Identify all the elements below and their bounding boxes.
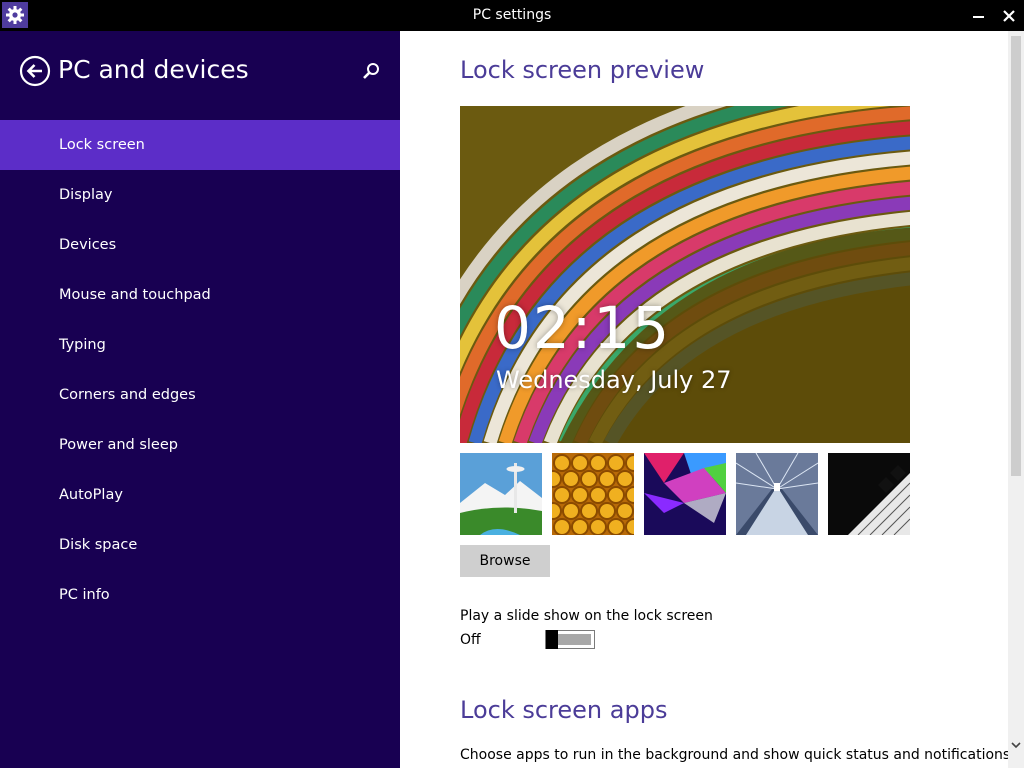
sidebar-item-pc-info[interactable]: PC info — [0, 570, 400, 620]
sidebar-item-label: PC info — [59, 587, 110, 603]
preview-date: Wednesday, July 27 — [496, 366, 732, 394]
sidebar-item-label: Corners and edges — [59, 387, 196, 403]
chevron-down-icon[interactable] — [1010, 739, 1022, 751]
sidebar-item-label: AutoPlay — [59, 487, 123, 503]
sidebar-header: PC and devices — [0, 31, 400, 119]
lock-screen-apps-heading: Lock screen apps — [460, 696, 668, 724]
minimize-icon — [972, 15, 984, 18]
sidebar-item-label: Display — [59, 187, 113, 203]
sidebar-item-label: Devices — [59, 237, 117, 253]
sidebar-item-lock-screen[interactable]: Lock screen — [0, 120, 400, 170]
lock-screen-apps-description: Choose apps to run in the background and… — [460, 747, 1008, 763]
scrollbar[interactable] — [1008, 31, 1024, 768]
sidebar-item-label: Power and sleep — [59, 437, 178, 453]
sidebar-item-power-and-sleep[interactable]: Power and sleep — [0, 420, 400, 470]
sidebar-item-label: Typing — [59, 337, 106, 353]
sidebar-item-label: Disk space — [59, 537, 138, 553]
sidebar-item-typing[interactable]: Typing — [0, 320, 400, 370]
sidebar-item-label: Mouse and touchpad — [59, 287, 211, 303]
sidebar-item-display[interactable]: Display — [0, 170, 400, 220]
minimize-button[interactable] — [964, 0, 992, 31]
sidebar-item-mouse-and-touchpad[interactable]: Mouse and touchpad — [0, 270, 400, 320]
sidebar-item-autoplay[interactable]: AutoPlay — [0, 470, 400, 520]
close-icon — [1003, 9, 1015, 22]
title-bar: PC settings — [0, 0, 1024, 31]
lock-screen-preview-heading: Lock screen preview — [460, 56, 705, 84]
close-button[interactable] — [995, 0, 1023, 31]
slideshow-toggle[interactable] — [545, 630, 595, 649]
piano-keys-thumbnail[interactable] — [828, 453, 910, 535]
honeycomb-thumbnail[interactable] — [552, 453, 634, 535]
preview-time: 02:15 — [494, 294, 672, 362]
geometric-shapes-thumbnail[interactable] — [644, 453, 726, 535]
page-title: PC and devices — [58, 55, 249, 84]
escalator-thumbnail[interactable] — [736, 453, 818, 535]
slideshow-toggle-state: Off — [460, 632, 481, 648]
window-title: PC settings — [472, 7, 552, 23]
lock-screen-thumbnails — [460, 453, 910, 535]
search-icon — [363, 63, 379, 79]
sidebar-item-disk-space[interactable]: Disk space — [0, 520, 400, 570]
scrollbar-thumb[interactable] — [1011, 36, 1021, 476]
search-button[interactable] — [360, 60, 382, 82]
sidebar-item-label: Lock screen — [59, 137, 145, 153]
sidebar-item-corners-and-edges[interactable]: Corners and edges — [0, 370, 400, 420]
toggle-thumb[interactable] — [546, 630, 558, 649]
back-button[interactable] — [19, 55, 51, 87]
sidebar-nav: Lock screen Display Devices Mouse and to… — [0, 120, 400, 620]
sidebar-item-devices[interactable]: Devices — [0, 220, 400, 270]
sidebar: PC and devices Lock screen Display Devic… — [0, 31, 400, 768]
browse-button[interactable]: Browse — [460, 545, 550, 577]
slideshow-label: Play a slide show on the lock screen — [460, 608, 713, 624]
main-content: Lock screen preview 02:15 Wednesday, Jul… — [400, 31, 1008, 768]
space-needle-thumbnail[interactable] — [460, 453, 542, 535]
back-arrow-icon — [19, 55, 51, 87]
lock-screen-preview: 02:15 Wednesday, July 27 — [460, 106, 910, 443]
